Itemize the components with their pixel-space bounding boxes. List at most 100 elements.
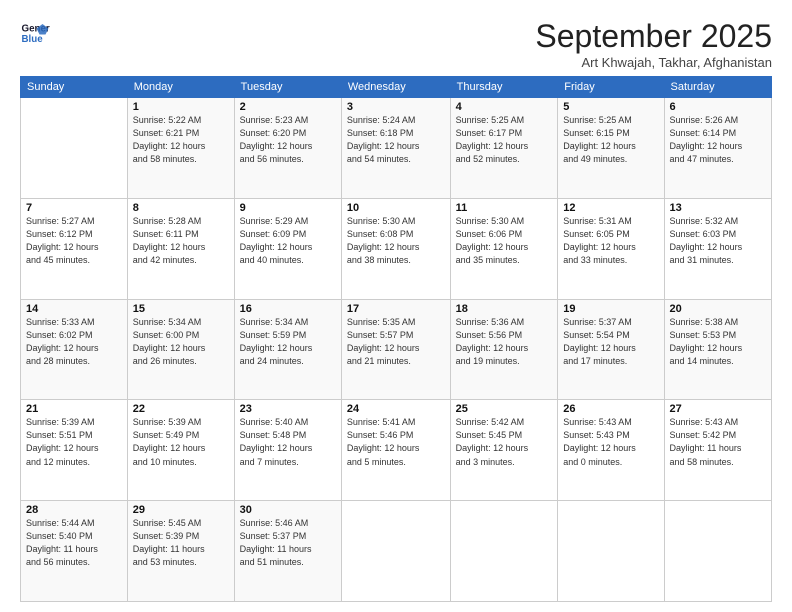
day-number: 23 [240,403,336,415]
day-info: Sunrise: 5:43 AM Sunset: 5:42 PM Dayligh… [670,416,766,468]
calendar-cell: 19Sunrise: 5:37 AM Sunset: 5:54 PM Dayli… [558,299,664,400]
day-number: 15 [133,303,229,315]
day-info: Sunrise: 5:39 AM Sunset: 5:51 PM Dayligh… [26,416,122,468]
day-number: 21 [26,403,122,415]
day-info: Sunrise: 5:36 AM Sunset: 5:56 PM Dayligh… [456,316,553,368]
day-number: 22 [133,403,229,415]
day-info: Sunrise: 5:33 AM Sunset: 6:02 PM Dayligh… [26,316,122,368]
day-number: 3 [347,101,445,113]
calendar-cell: 10Sunrise: 5:30 AM Sunset: 6:08 PM Dayli… [341,198,450,299]
calendar-cell: 23Sunrise: 5:40 AM Sunset: 5:48 PM Dayli… [234,400,341,501]
day-info: Sunrise: 5:31 AM Sunset: 6:05 PM Dayligh… [563,215,658,267]
day-number: 9 [240,202,336,214]
logo-icon: General Blue [20,18,50,48]
day-info: Sunrise: 5:23 AM Sunset: 6:20 PM Dayligh… [240,114,336,166]
day-info: Sunrise: 5:29 AM Sunset: 6:09 PM Dayligh… [240,215,336,267]
day-number: 24 [347,403,445,415]
day-number: 30 [240,504,336,516]
day-info: Sunrise: 5:25 AM Sunset: 6:17 PM Dayligh… [456,114,553,166]
calendar-cell: 11Sunrise: 5:30 AM Sunset: 6:06 PM Dayli… [450,198,558,299]
week-row-1: 1Sunrise: 5:22 AM Sunset: 6:21 PM Daylig… [21,98,772,199]
calendar-cell: 18Sunrise: 5:36 AM Sunset: 5:56 PM Dayli… [450,299,558,400]
calendar-cell: 8Sunrise: 5:28 AM Sunset: 6:11 PM Daylig… [127,198,234,299]
calendar-cell: 21Sunrise: 5:39 AM Sunset: 5:51 PM Dayli… [21,400,128,501]
calendar-cell: 30Sunrise: 5:46 AM Sunset: 5:37 PM Dayli… [234,501,341,602]
day-number: 2 [240,101,336,113]
calendar-cell: 15Sunrise: 5:34 AM Sunset: 6:00 PM Dayli… [127,299,234,400]
weekday-header-thursday: Thursday [450,77,558,98]
day-number: 6 [670,101,766,113]
page: General Blue September 2025 Art Khwajah,… [0,0,792,612]
day-number: 25 [456,403,553,415]
day-number: 1 [133,101,229,113]
calendar-cell: 28Sunrise: 5:44 AM Sunset: 5:40 PM Dayli… [21,501,128,602]
day-number: 19 [563,303,658,315]
day-info: Sunrise: 5:24 AM Sunset: 6:18 PM Dayligh… [347,114,445,166]
calendar-cell: 22Sunrise: 5:39 AM Sunset: 5:49 PM Dayli… [127,400,234,501]
day-info: Sunrise: 5:34 AM Sunset: 5:59 PM Dayligh… [240,316,336,368]
week-row-5: 28Sunrise: 5:44 AM Sunset: 5:40 PM Dayli… [21,501,772,602]
day-info: Sunrise: 5:22 AM Sunset: 6:21 PM Dayligh… [133,114,229,166]
calendar-cell: 16Sunrise: 5:34 AM Sunset: 5:59 PM Dayli… [234,299,341,400]
day-number: 7 [26,202,122,214]
week-row-2: 7Sunrise: 5:27 AM Sunset: 6:12 PM Daylig… [21,198,772,299]
calendar-cell: 29Sunrise: 5:45 AM Sunset: 5:39 PM Dayli… [127,501,234,602]
day-info: Sunrise: 5:30 AM Sunset: 6:06 PM Dayligh… [456,215,553,267]
day-number: 20 [670,303,766,315]
day-info: Sunrise: 5:32 AM Sunset: 6:03 PM Dayligh… [670,215,766,267]
weekday-header-tuesday: Tuesday [234,77,341,98]
header: General Blue September 2025 Art Khwajah,… [20,18,772,70]
day-info: Sunrise: 5:45 AM Sunset: 5:39 PM Dayligh… [133,517,229,569]
calendar-cell: 25Sunrise: 5:42 AM Sunset: 5:45 PM Dayli… [450,400,558,501]
calendar-cell: 6Sunrise: 5:26 AM Sunset: 6:14 PM Daylig… [664,98,771,199]
calendar-cell: 9Sunrise: 5:29 AM Sunset: 6:09 PM Daylig… [234,198,341,299]
calendar-cell: 20Sunrise: 5:38 AM Sunset: 5:53 PM Dayli… [664,299,771,400]
calendar-cell: 26Sunrise: 5:43 AM Sunset: 5:43 PM Dayli… [558,400,664,501]
day-number: 28 [26,504,122,516]
day-number: 13 [670,202,766,214]
calendar-cell: 14Sunrise: 5:33 AM Sunset: 6:02 PM Dayli… [21,299,128,400]
day-info: Sunrise: 5:37 AM Sunset: 5:54 PM Dayligh… [563,316,658,368]
weekday-header-monday: Monday [127,77,234,98]
calendar-cell [21,98,128,199]
calendar-cell: 7Sunrise: 5:27 AM Sunset: 6:12 PM Daylig… [21,198,128,299]
week-row-4: 21Sunrise: 5:39 AM Sunset: 5:51 PM Dayli… [21,400,772,501]
weekday-header-sunday: Sunday [21,77,128,98]
calendar-cell: 3Sunrise: 5:24 AM Sunset: 6:18 PM Daylig… [341,98,450,199]
calendar-cell [450,501,558,602]
day-number: 14 [26,303,122,315]
calendar-cell [341,501,450,602]
day-info: Sunrise: 5:38 AM Sunset: 5:53 PM Dayligh… [670,316,766,368]
day-info: Sunrise: 5:41 AM Sunset: 5:46 PM Dayligh… [347,416,445,468]
day-number: 26 [563,403,658,415]
day-info: Sunrise: 5:44 AM Sunset: 5:40 PM Dayligh… [26,517,122,569]
calendar-cell [664,501,771,602]
day-number: 27 [670,403,766,415]
logo: General Blue [20,18,50,48]
calendar-cell: 27Sunrise: 5:43 AM Sunset: 5:42 PM Dayli… [664,400,771,501]
day-number: 17 [347,303,445,315]
day-info: Sunrise: 5:35 AM Sunset: 5:57 PM Dayligh… [347,316,445,368]
day-info: Sunrise: 5:26 AM Sunset: 6:14 PM Dayligh… [670,114,766,166]
calendar-cell: 13Sunrise: 5:32 AM Sunset: 6:03 PM Dayli… [664,198,771,299]
title-block: September 2025 Art Khwajah, Takhar, Afgh… [535,18,772,70]
calendar-cell: 5Sunrise: 5:25 AM Sunset: 6:15 PM Daylig… [558,98,664,199]
day-number: 18 [456,303,553,315]
weekday-header-friday: Friday [558,77,664,98]
weekday-header-saturday: Saturday [664,77,771,98]
calendar-cell: 24Sunrise: 5:41 AM Sunset: 5:46 PM Dayli… [341,400,450,501]
day-info: Sunrise: 5:46 AM Sunset: 5:37 PM Dayligh… [240,517,336,569]
day-info: Sunrise: 5:27 AM Sunset: 6:12 PM Dayligh… [26,215,122,267]
day-info: Sunrise: 5:34 AM Sunset: 6:00 PM Dayligh… [133,316,229,368]
weekday-header-wednesday: Wednesday [341,77,450,98]
day-number: 16 [240,303,336,315]
day-number: 12 [563,202,658,214]
day-info: Sunrise: 5:39 AM Sunset: 5:49 PM Dayligh… [133,416,229,468]
day-number: 29 [133,504,229,516]
day-info: Sunrise: 5:42 AM Sunset: 5:45 PM Dayligh… [456,416,553,468]
calendar-cell: 12Sunrise: 5:31 AM Sunset: 6:05 PM Dayli… [558,198,664,299]
day-number: 4 [456,101,553,113]
calendar-cell: 2Sunrise: 5:23 AM Sunset: 6:20 PM Daylig… [234,98,341,199]
calendar-cell: 17Sunrise: 5:35 AM Sunset: 5:57 PM Dayli… [341,299,450,400]
calendar: SundayMondayTuesdayWednesdayThursdayFrid… [20,76,772,602]
